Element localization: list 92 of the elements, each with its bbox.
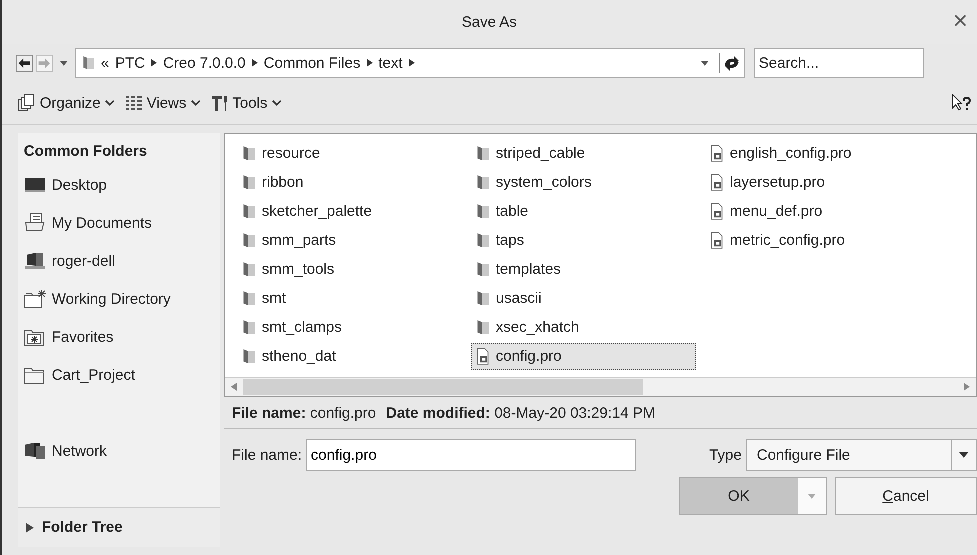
path-segment[interactable]: Common Files: [264, 54, 361, 72]
sidebar-item[interactable]: Network: [18, 432, 220, 470]
toolbar-menu[interactable]: Organize: [16, 94, 117, 112]
pages-icon: [18, 94, 36, 112]
chevron-icon: [272, 100, 282, 106]
search-field[interactable]: Search...: [754, 48, 924, 78]
folder-icon: [476, 289, 490, 308]
path-segment[interactable]: PTC: [115, 54, 146, 72]
computer-icon: [24, 251, 46, 271]
document-icon: [710, 173, 724, 192]
folder-icon: [476, 260, 490, 279]
file-name-field[interactable]: config.pro: [306, 439, 636, 471]
chevron-icon: [104, 100, 115, 106]
monitor-icon: [24, 175, 46, 195]
file-item[interactable]: stheno_dat: [237, 343, 462, 370]
sidebar-item[interactable]: roger-dell: [18, 242, 220, 280]
window-title: Save As: [462, 14, 518, 30]
arrow-icon[interactable]: [151, 59, 158, 67]
file-item[interactable]: templates: [471, 256, 696, 283]
grid-icon: [124, 94, 143, 112]
folder-icon: [242, 318, 256, 337]
file-item[interactable]: resource: [237, 140, 462, 167]
caret-icon[interactable]: [959, 452, 969, 458]
arrow-icon[interactable]: [252, 59, 258, 67]
path-segment[interactable]: text: [378, 54, 403, 72]
sidebar-heading: Common Folders: [23, 142, 148, 162]
folder-icon: [242, 260, 256, 279]
documents-icon: [24, 213, 46, 233]
help-pointer-icon[interactable]: [951, 94, 973, 112]
folder-icon: [242, 289, 256, 308]
file-item[interactable]: system_colors: [471, 169, 696, 196]
sidebar-item[interactable]: Cart_Project: [18, 356, 220, 394]
type-dropdown[interactable]: Configure File: [746, 439, 977, 471]
file-item[interactable]: smm_parts: [237, 227, 462, 254]
file-item[interactable]: sketcher_palette: [237, 198, 462, 225]
folder-icon: [242, 347, 256, 366]
file-item[interactable]: smt_clamps: [237, 314, 462, 341]
arrow-icon[interactable]: [408, 59, 415, 67]
back-icon[interactable]: [16, 54, 33, 72]
sidebar-item[interactable]: Desktop: [18, 166, 220, 204]
file-item[interactable]: striped_cable: [471, 140, 696, 167]
expand-icon: [26, 522, 34, 532]
tools-icon: [210, 94, 229, 112]
ok-button[interactable]: OK: [680, 478, 798, 514]
chevron-icon: [190, 100, 201, 106]
folder-icon: [476, 318, 490, 337]
address-bar[interactable]: « PTC Creo 7.0.0.0 Common Files text: [75, 48, 745, 78]
folder-icon: [242, 202, 256, 221]
folder-icon: [242, 231, 256, 250]
folder-icon: [476, 173, 490, 192]
folder-icon: [476, 202, 490, 221]
file-item[interactable]: layersetup.pro: [705, 169, 930, 196]
file-item[interactable]: smm_tools: [237, 256, 462, 283]
caret-icon[interactable]: [60, 60, 68, 66]
sidebar-item[interactable]: Working Directory: [18, 280, 220, 318]
caret-icon[interactable]: [701, 60, 709, 66]
document-icon: [710, 202, 724, 221]
folder-icon: [82, 54, 95, 72]
file-item[interactable]: table: [471, 198, 696, 225]
document-icon: [476, 347, 490, 366]
toolbar-menu[interactable]: Tools: [208, 94, 284, 112]
horizontal-scrollbar[interactable]: [225, 377, 976, 396]
sidebar-item[interactable]: Favorites: [18, 318, 220, 356]
file-item[interactable]: config.pro: [471, 343, 696, 370]
file-name-label: File name:: [232, 446, 302, 464]
path-segment[interactable]: Creo 7.0.0.0: [163, 54, 246, 72]
folder-tree-toggle[interactable]: Folder Tree: [18, 507, 220, 547]
sidebar-item[interactable]: My Documents: [18, 204, 220, 242]
file-detail: Date modified: 08-May-20 03:29:14 PM: [386, 405, 656, 422]
cancel-button[interactable]: Cancel: [835, 477, 977, 515]
folder-icon: [242, 144, 256, 163]
file-item[interactable]: english_config.pro: [705, 140, 930, 167]
network-icon: [24, 441, 46, 461]
folder-icon: [476, 144, 490, 163]
file-item[interactable]: xsec_xhatch: [471, 314, 696, 341]
type-label: Type: [709, 446, 742, 464]
arrow-icon[interactable]: [366, 59, 373, 67]
file-item[interactable]: usascii: [471, 285, 696, 312]
document-icon: [710, 231, 724, 250]
toolbar-menu[interactable]: Views: [122, 94, 203, 112]
file-item[interactable]: smt: [237, 285, 462, 312]
close-button[interactable]: ×: [948, 8, 973, 32]
folder-icon: [24, 289, 46, 309]
folder-icon: [476, 231, 490, 250]
file-item[interactable]: taps: [471, 227, 696, 254]
file-item[interactable]: metric_config.pro: [705, 227, 930, 254]
folder-icon: [242, 173, 256, 192]
path-overflow[interactable]: «: [101, 54, 110, 72]
document-icon: [710, 144, 724, 163]
file-detail: File name: config.pro: [232, 405, 376, 422]
file-item[interactable]: menu_def.pro: [705, 198, 930, 225]
file-item[interactable]: ribbon: [237, 169, 462, 196]
